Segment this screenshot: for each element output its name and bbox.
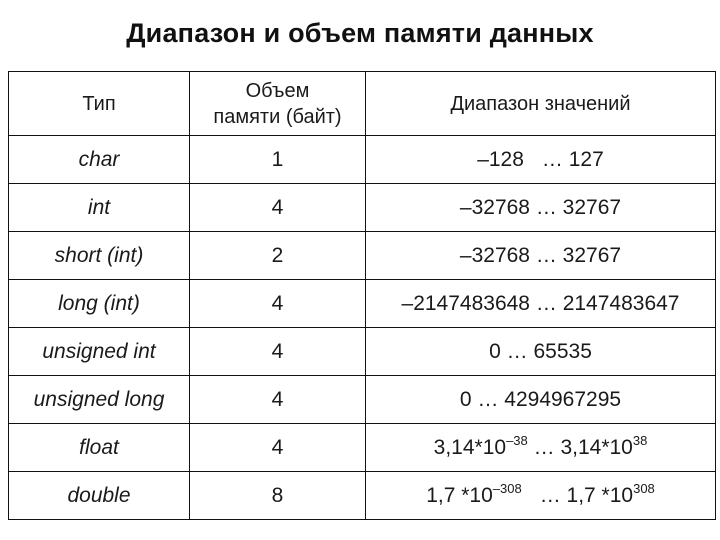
range-min: –2147483648 (401, 291, 530, 315)
range-max: 32767 (562, 243, 622, 267)
range-cell: –128 … 127 (365, 135, 716, 184)
range-cell: –32768 … 32767 (365, 183, 716, 232)
data-types-table: Тип Объем памяти (байт) Диапазон значени… (8, 71, 716, 520)
range-cell: 3,14*10–38 … 3,14*1038 (365, 423, 716, 472)
range-max: 65535 (533, 339, 592, 363)
table-row: char 1 –128 … 127 (8, 135, 716, 184)
range-sep: … (533, 435, 555, 459)
range-max: 4294967295 (504, 387, 622, 411)
size-cell: 4 (189, 327, 366, 376)
range-min: 0 (459, 387, 472, 411)
type-cell: char (8, 135, 190, 184)
range-max-base: 1,7 *10 (566, 483, 634, 507)
range-max-exponent: 38 (632, 432, 648, 448)
range-sep: … (539, 483, 561, 507)
range-min-base: 1,7 *10 (426, 483, 493, 507)
table-row: unsigned int 4 0 … 65535 (8, 327, 716, 376)
range-sep: … (506, 339, 528, 363)
table-row: unsigned long 4 0 … 4294967295 (8, 375, 716, 424)
header-size: Объем памяти (байт) (189, 71, 366, 136)
header-range: Диапазон значений (365, 71, 716, 136)
range-sep: … (535, 291, 557, 315)
type-cell: short (int) (8, 231, 190, 280)
size-cell: 4 (189, 279, 366, 328)
type-cell: unsigned long (8, 375, 190, 424)
range-max-exponent: 308 (633, 480, 655, 496)
range-cell: 1,7 *10–308… 1,7 *10308 (365, 471, 716, 520)
range-min: –128 (477, 147, 524, 171)
range-min-exponent: –308 (492, 480, 522, 496)
type-cell: long (int) (8, 279, 190, 328)
table-row: float 4 3,14*10–38 … 3,14*1038 (8, 423, 716, 472)
type-cell: float (8, 423, 190, 472)
range-sep: … (477, 387, 499, 411)
table-row: int 4 –32768 … 32767 (8, 183, 716, 232)
range-cell: –32768 … 32767 (365, 231, 716, 280)
size-cell: 1 (189, 135, 366, 184)
range-sep: … (541, 147, 563, 171)
table-row: short (int) 2 –32768 … 32767 (8, 231, 716, 280)
range-cell: 0 … 4294967295 (365, 375, 716, 424)
table-row: long (int) 4 –2147483648 … 2147483647 (8, 279, 716, 328)
size-cell: 4 (189, 183, 366, 232)
header-size-line1: Объем (245, 79, 310, 102)
range-max-base: 3,14*10 (560, 435, 633, 459)
range-max: 2147483647 (562, 291, 680, 315)
range-cell: 0 … 65535 (365, 327, 716, 376)
table-header-row: Тип Объем памяти (байт) Диапазон значени… (8, 71, 716, 136)
page-title: Диапазон и объем памяти данных (126, 18, 594, 48)
header-type: Тип (8, 71, 190, 136)
header-size-line2: памяти (байт) (213, 105, 342, 128)
size-cell: 4 (189, 375, 366, 424)
range-sep: … (535, 243, 557, 267)
range-min-base: 3,14*10 (433, 435, 507, 459)
type-cell: unsigned int (8, 327, 190, 376)
range-sep: … (535, 195, 557, 219)
table-row: double 8 1,7 *10–308… 1,7 *10308 (8, 471, 716, 520)
type-cell: int (8, 183, 190, 232)
range-cell: –2147483648 … 2147483647 (365, 279, 716, 328)
size-cell: 8 (189, 471, 366, 520)
range-min: –32768 (459, 243, 530, 267)
range-max: 127 (568, 147, 604, 171)
range-max: 32767 (562, 195, 622, 219)
type-cell: double (8, 471, 190, 520)
size-cell: 4 (189, 423, 366, 472)
range-min: 0 (489, 339, 501, 363)
range-min: –32768 (459, 195, 530, 219)
size-cell: 2 (189, 231, 366, 280)
range-min-exponent: –38 (506, 432, 528, 448)
